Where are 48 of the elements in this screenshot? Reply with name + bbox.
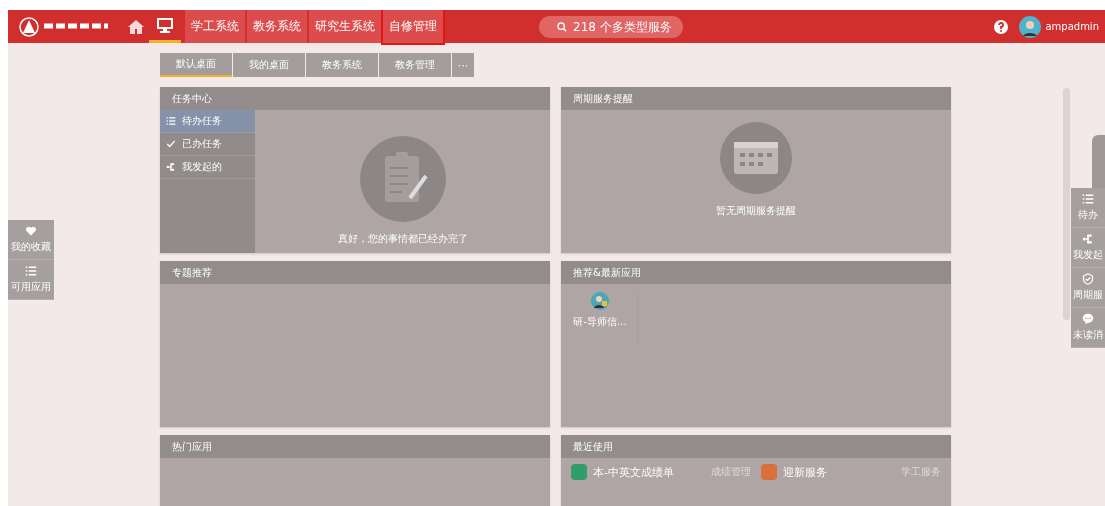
search-field[interactable]: 218 个多类型服务 — [539, 15, 683, 38]
panel-title: 热门应用 — [160, 435, 550, 458]
panel-title: 专题推荐 — [160, 261, 550, 284]
more-button[interactable]: ··· — [452, 53, 474, 77]
chat-icon — [1082, 313, 1094, 325]
desktop-tab[interactable]: 教务系统 — [306, 53, 378, 77]
list-icon — [1082, 193, 1094, 205]
desktop-tab[interactable]: 教务管理 — [379, 53, 451, 77]
nav-tab[interactable]: 学工系统 — [185, 10, 245, 43]
shield-check-icon — [1082, 273, 1094, 285]
panel-title: 推荐&最新应用 — [561, 261, 951, 284]
calendar-drawing — [720, 122, 792, 194]
app-name[interactable]: 迎新服务 — [783, 464, 895, 480]
dock-item[interactable]: 未读消 — [1071, 308, 1105, 348]
task-menu-item[interactable]: 已办任务 — [160, 133, 255, 156]
empty-message: 真好，您的事情都已经办完了 — [337, 232, 468, 246]
dock-item[interactable]: 我发起 — [1071, 228, 1105, 268]
search-icon — [557, 20, 567, 33]
user-name[interactable]: ampadmin — [1045, 21, 1099, 32]
app-name[interactable]: 研-导师信... — [573, 315, 627, 329]
panel-title: 周期服务提醒 — [561, 87, 951, 110]
panel-title: 任务中心 — [160, 87, 550, 110]
empty-message: 暂无周期服务提醒 — [716, 204, 796, 218]
task-menu-item[interactable]: 我发起的 — [160, 156, 255, 179]
task-menu-item[interactable]: 待办任务 — [160, 110, 255, 133]
branch-icon — [166, 162, 176, 172]
heart-icon — [25, 225, 37, 237]
dock-item[interactable]: 周期服 — [1071, 268, 1105, 308]
list-icon — [166, 116, 176, 126]
help-icon[interactable] — [993, 18, 1010, 35]
nav-tab[interactable]: 自修管理 — [383, 10, 443, 43]
branch-icon — [1082, 233, 1094, 245]
monitor-icon — [157, 17, 173, 33]
panel-title: 最近使用 — [561, 435, 951, 458]
dock-item[interactable]: 我的收藏 — [8, 220, 54, 260]
list-icon — [25, 265, 37, 277]
avatar-icon[interactable] — [1019, 15, 1042, 38]
scroll-bar[interactable] — [1063, 88, 1070, 320]
desktop-tab[interactable]: 我的桌面 — [233, 53, 305, 77]
dock-item[interactable]: 待办 — [1071, 188, 1105, 228]
dock-item[interactable]: 可用应用 — [8, 260, 54, 300]
app-icon[interactable] — [591, 292, 609, 310]
desktop-tab[interactable]: 默认桌面 — [160, 53, 232, 77]
nav-tab[interactable]: 教务系统 — [247, 10, 307, 43]
app-name[interactable]: 本-中英文成绩单 — [593, 464, 705, 480]
nav-tab[interactable]: 研究生系统 — [309, 10, 381, 43]
home-icon[interactable] — [127, 18, 145, 35]
check-icon — [166, 139, 176, 149]
